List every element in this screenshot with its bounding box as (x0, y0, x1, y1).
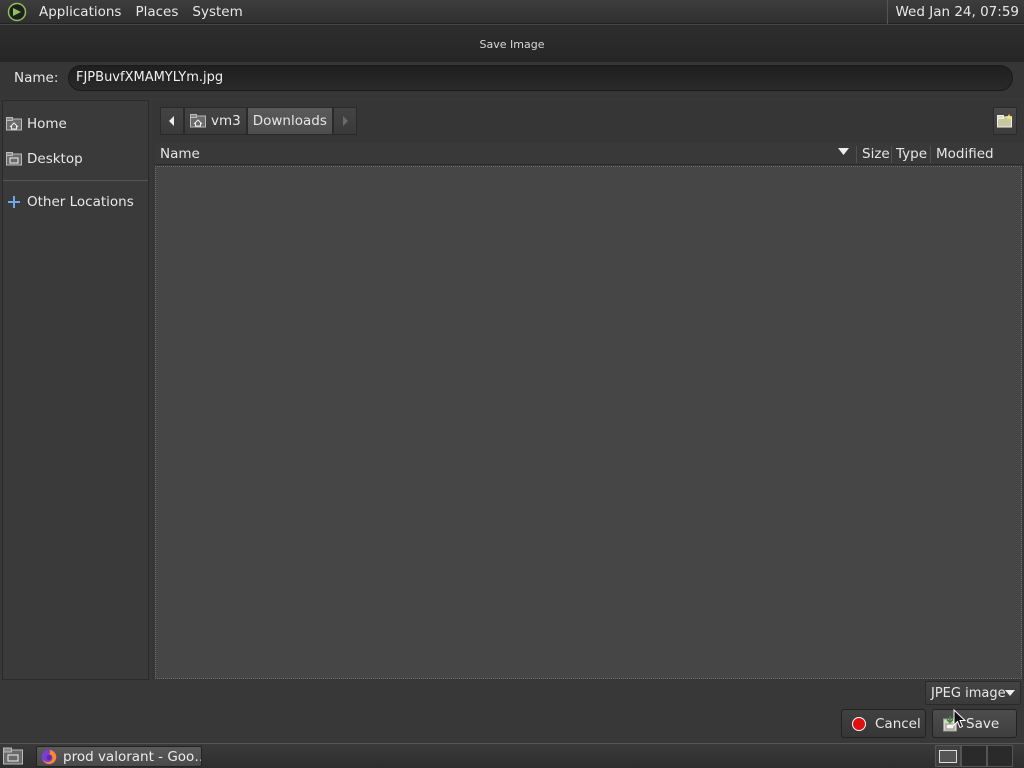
taskbar: prod valorant - Goo… (0, 743, 1024, 768)
path-segment-vm3[interactable]: vm3 (184, 107, 247, 135)
workspace-1[interactable] (935, 745, 961, 767)
dialog-titlebar[interactable]: Save Image (0, 24, 1024, 62)
column-size-header[interactable]: Size (862, 146, 890, 162)
column-modified-header[interactable]: Modified (936, 146, 994, 162)
plus-icon (8, 196, 20, 208)
clock[interactable]: Wed Jan 24, 07:59 (886, 0, 1019, 24)
file-list-header: Name Size Type Modified (155, 143, 1024, 165)
path-bar: vm3 Downloads (160, 107, 357, 135)
workspace-window-thumb (939, 750, 957, 763)
column-type-header[interactable]: Type (896, 146, 927, 162)
mint-menu-icon[interactable] (7, 2, 27, 22)
taskbar-window-firefox[interactable]: prod valorant - Goo… (36, 746, 202, 767)
sort-descending-icon[interactable] (838, 148, 849, 155)
sidebar-item-home[interactable]: Home (6, 114, 67, 134)
sidebar-item-desktop[interactable]: Desktop (6, 149, 83, 169)
path-segment-label: Downloads (252, 113, 327, 129)
column-separator (930, 146, 931, 163)
filename-input[interactable]: FJPBuvfXMAMYLYm.jpg (68, 65, 1013, 91)
chevron-left-icon (169, 116, 174, 126)
home-folder-icon (6, 117, 22, 131)
dialog-actions: JPEG image Cancel Save (0, 680, 1024, 743)
applications-menu[interactable]: Applications (32, 4, 128, 20)
file-browser: vm3 Downloads Name Size Type Modified (152, 100, 1024, 680)
cancel-button[interactable]: Cancel (841, 709, 926, 738)
top-panel: Applications Places System Wed Jan 24, 0… (0, 0, 1024, 24)
show-desktop-icon[interactable] (3, 747, 23, 765)
new-folder-icon (997, 114, 1012, 128)
path-forward-button[interactable] (332, 107, 357, 135)
firefox-icon (41, 749, 57, 764)
sidebar-item-label: Desktop (27, 151, 83, 167)
chevron-down-icon (1005, 690, 1015, 696)
sidebar-item-other-locations[interactable]: Other Locations (6, 192, 134, 212)
sidebar-item-label: Home (27, 116, 67, 132)
file-list[interactable] (155, 166, 1022, 679)
desktop-folder-icon (6, 152, 22, 166)
home-folder-icon (190, 114, 206, 128)
sidebar-separator (3, 180, 148, 181)
create-folder-button[interactable] (993, 107, 1017, 135)
dialog-title: Save Image (479, 38, 545, 51)
name-row: Name: FJPBuvfXMAMYLYm.jpg (0, 62, 1024, 98)
workspace-3[interactable] (987, 745, 1013, 767)
save-label: Save (966, 715, 1000, 732)
places-menu[interactable]: Places (128, 4, 185, 20)
path-segment-label: vm3 (211, 113, 241, 129)
taskbar-window-title: prod valorant - Goo… (63, 748, 202, 765)
stop-icon (852, 716, 866, 731)
name-label: Name: (14, 70, 59, 86)
system-menu[interactable]: System (185, 4, 249, 20)
column-name-header[interactable]: Name (160, 146, 200, 162)
column-separator (891, 146, 892, 163)
path-segment-downloads[interactable]: Downloads (246, 107, 333, 135)
places-sidebar: Home Desktop Other Locations (2, 100, 149, 680)
file-type-label: JPEG image (931, 685, 1006, 701)
save-button[interactable]: Save (932, 709, 1017, 738)
chevron-right-icon (342, 116, 348, 126)
column-separator (856, 146, 857, 163)
path-back-button[interactable] (160, 107, 184, 135)
sidebar-item-label: Other Locations (27, 194, 134, 210)
workspace-2[interactable] (961, 745, 987, 767)
cancel-label: Cancel (875, 715, 921, 732)
file-type-dropdown[interactable]: JPEG image (925, 681, 1021, 705)
mouse-pointer-icon (953, 709, 967, 729)
